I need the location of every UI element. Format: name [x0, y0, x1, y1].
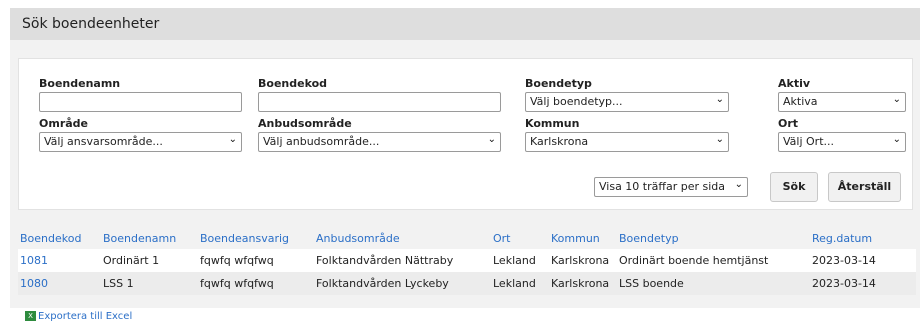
ort-selected: Välj Ort...: [783, 135, 835, 148]
ort-label: Ort: [778, 117, 799, 130]
cell-boendekod[interactable]: 1080: [18, 272, 103, 295]
column-header-boendetyp[interactable]: Boendetyp: [619, 227, 812, 249]
omrade-label: Område: [39, 117, 88, 130]
boendetyp-selected: Välj boendetyp...: [530, 95, 623, 108]
results-table: Boendekod Boendenamn Boendeansvarig Anbu…: [18, 227, 916, 295]
kommun-select[interactable]: Karlskrona ⌄: [525, 132, 729, 152]
search-form: Boendenamn Boendekod Boendetyp Aktiv Väl…: [18, 58, 913, 210]
table-header-row: Boendekod Boendenamn Boendeansvarig Anbu…: [18, 227, 916, 249]
cell-anbudsomrade: Folktandvården Nättraby: [316, 249, 493, 272]
search-button[interactable]: Sök: [770, 172, 818, 202]
boendekod-input[interactable]: [258, 92, 501, 112]
boendenamn-label: Boendenamn: [39, 77, 121, 90]
boendetyp-select[interactable]: Välj boendetyp... ⌄: [525, 92, 729, 112]
chevron-down-icon: ⌄: [715, 134, 724, 145]
boendenamn-input[interactable]: [39, 92, 242, 112]
omrade-selected: Välj ansvarsområde...: [44, 135, 163, 148]
export-excel-label: Exportera till Excel: [38, 311, 133, 322]
column-header-reg-datum[interactable]: Reg.datum: [812, 227, 916, 249]
column-header-boendenamn[interactable]: Boendenamn: [103, 227, 200, 249]
panel-header: Sök boendeenheter: [10, 8, 920, 40]
table-row[interactable]: 1080 LSS 1 fqwfq wfqfwq Folktandvården L…: [18, 272, 916, 295]
per-page-selected: Visa 10 träffar per sida: [599, 180, 725, 193]
chevron-down-icon: ⌄: [892, 134, 901, 145]
chevron-down-icon: ⌄: [228, 134, 237, 145]
anbudsomrade-selected: Välj anbudsområde...: [263, 135, 380, 148]
table-row[interactable]: 1081 Ordinärt 1 fqwfq wfqfwq Folktandvår…: [18, 249, 916, 272]
cell-boendetyp: LSS boende: [619, 272, 812, 295]
kommun-selected: Karlskrona: [530, 135, 589, 148]
column-header-ort[interactable]: Ort: [493, 227, 551, 249]
column-header-anbudsomrade[interactable]: Anbudsområde: [316, 227, 493, 249]
chevron-down-icon: ⌄: [715, 94, 724, 105]
cell-anbudsomrade: Folktandvården Lyckeby: [316, 272, 493, 295]
cell-ort: Lekland: [493, 249, 551, 272]
cell-boendeansvarig: fqwfq wfqfwq: [200, 272, 316, 295]
cell-kommun: Karlskrona: [551, 272, 619, 295]
per-page-select[interactable]: Visa 10 träffar per sida ⌄: [594, 177, 748, 197]
anbudsomrade-label: Anbudsområde: [258, 117, 352, 130]
chevron-down-icon: ⌄: [734, 179, 743, 190]
boendekod-label: Boendekod: [258, 77, 328, 90]
omrade-select[interactable]: Välj ansvarsområde... ⌄: [39, 132, 242, 152]
export-excel-link[interactable]: X Exportera till Excel: [25, 311, 132, 323]
cell-kommun: Karlskrona: [551, 249, 619, 272]
column-header-boendekod[interactable]: Boendekod: [18, 227, 103, 249]
column-header-boendeansvarig[interactable]: Boendeansvarig: [200, 227, 316, 249]
cell-boendenamn: LSS 1: [103, 272, 200, 295]
kommun-label: Kommun: [525, 117, 580, 130]
chevron-down-icon: ⌄: [487, 134, 496, 145]
cell-boendetyp: Ordinärt boende hemtjänst: [619, 249, 812, 272]
column-header-kommun[interactable]: Kommun: [551, 227, 619, 249]
cell-reg-datum: 2023-03-14: [812, 249, 916, 272]
aktiv-selected: Aktiva: [783, 95, 818, 108]
cell-ort: Lekland: [493, 272, 551, 295]
cell-boendekod[interactable]: 1081: [18, 249, 103, 272]
aktiv-label: Aktiv: [778, 77, 811, 90]
ort-select[interactable]: Välj Ort... ⌄: [778, 132, 906, 152]
boendetyp-label: Boendetyp: [525, 77, 592, 90]
anbudsomrade-select[interactable]: Välj anbudsområde... ⌄: [258, 132, 501, 152]
cell-reg-datum: 2023-03-14: [812, 272, 916, 295]
cell-boendenamn: Ordinärt 1: [103, 249, 200, 272]
page-title: Sök boendeenheter: [22, 16, 160, 32]
cell-boendeansvarig: fqwfq wfqfwq: [200, 249, 316, 272]
aktiv-select[interactable]: Aktiva ⌄: [778, 92, 906, 112]
excel-icon: X: [25, 311, 36, 321]
reset-button[interactable]: Återställ: [828, 172, 901, 202]
chevron-down-icon: ⌄: [892, 94, 901, 105]
